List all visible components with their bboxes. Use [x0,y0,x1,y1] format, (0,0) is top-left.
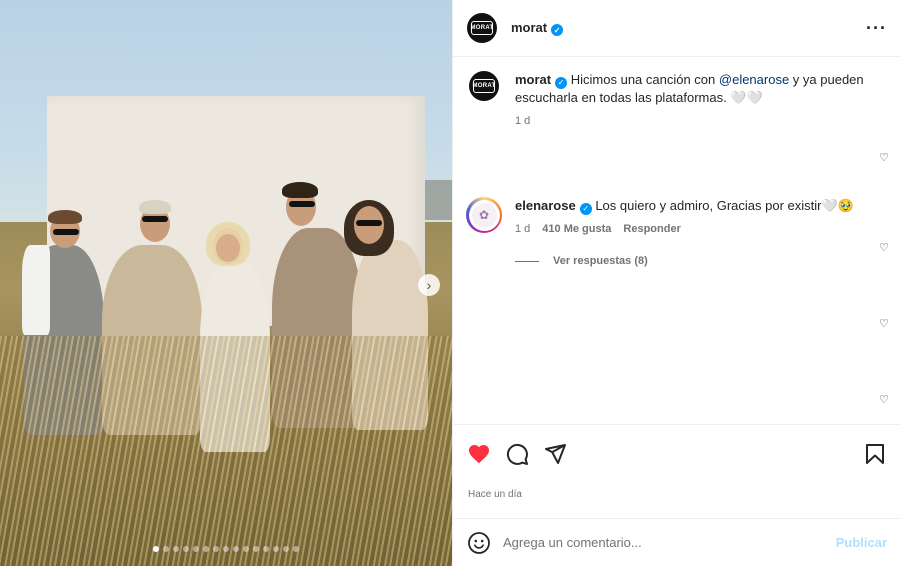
like-comment-icon[interactable]: ♡ [877,241,891,254]
carousel-dot [213,546,219,552]
verified-badge-icon: ✓ [579,203,592,215]
comment-likes[interactable]: 410 Me gusta [542,223,611,235]
comment-age[interactable]: 1 d [515,223,530,235]
comment-input[interactable] [503,535,826,550]
avatar-illustration-icon: ✿ [471,202,497,228]
chevron-right-icon: › [426,277,432,293]
carousel-dot [273,546,279,552]
comment-item: ✿ elenarose ✓ Los quiero y admiro, Gracia… [466,197,889,235]
replies-divider [515,260,539,262]
share-send-icon[interactable] [543,442,567,466]
carousel-dot [203,546,209,552]
morat-logo: MORAT [472,79,495,93]
view-replies-label: Ver respuestas (8) [553,255,648,267]
publish-button[interactable]: Publicar [836,535,887,550]
caption-author[interactable]: morat [515,72,551,87]
emoji-picker-icon[interactable] [467,531,491,555]
photo-grass [0,336,452,566]
caption-age[interactable]: 1 d [515,115,530,127]
reply-button[interactable]: Responder [623,223,680,235]
bookmark-save-icon[interactable] [863,442,887,466]
comment-text: Los quiero y admiro, Gracias por existir… [595,198,854,213]
carousel-dot [183,546,189,552]
view-replies-button[interactable]: Ver respuestas (8) [515,255,648,267]
carousel-dot [253,546,259,552]
like-comment-icon[interactable]: ♡ [877,393,891,406]
carousel-dot [263,546,269,552]
verified-badge-icon: ✓ [551,24,564,37]
carousel-dot [173,546,179,552]
post-timestamp[interactable]: Hace un día [453,482,901,506]
caption-mention-link[interactable]: @elenarose [719,72,789,87]
like-comment-icon[interactable]: ♡ [877,151,891,164]
post-image[interactable]: › [0,0,452,566]
post-header: MORAT morat ✓ ··· [453,0,901,57]
carousel-indicator [0,546,452,552]
like-heart-icon[interactable] [467,442,491,466]
carousel-dot [243,546,249,552]
commenter-avatar[interactable]: ✿ [466,197,502,233]
next-image-button[interactable]: › [418,274,440,296]
add-comment-bar: Publicar [453,518,901,566]
post-caption: MORAT morat ✓ Hicimos una canción con @el… [469,71,885,141]
carousel-dot [283,546,289,552]
comment-bubble-icon[interactable] [505,442,529,466]
morat-logo: MORAT [470,21,493,35]
carousel-dot [293,546,299,552]
carousel-dot [193,546,199,552]
caption-text-prefix: Hicimos una canción con [570,72,719,87]
like-comment-icon[interactable]: ♡ [877,317,891,330]
comment-author[interactable]: elenarose [515,198,576,213]
post-actions-bar [453,424,901,482]
post-details-pane: MORAT morat ✓ ··· MORAT morat ✓ Hicimos un… [452,0,901,566]
carousel-dot [153,546,159,552]
comments-section: MORAT morat ✓ Hicimos una canción con @el… [453,57,901,424]
carousel-dot [223,546,229,552]
post-modal: › MORAT morat ✓ ··· MORAT morat ✓ Hicimo… [0,0,901,566]
more-options-icon[interactable]: ··· [866,18,887,39]
carousel-dot [163,546,169,552]
author-username[interactable]: morat ✓ [511,20,564,37]
verified-badge-icon: ✓ [555,77,568,89]
caption-avatar[interactable]: MORAT [469,71,499,101]
author-avatar[interactable]: MORAT [467,13,497,43]
carousel-dot [233,546,239,552]
